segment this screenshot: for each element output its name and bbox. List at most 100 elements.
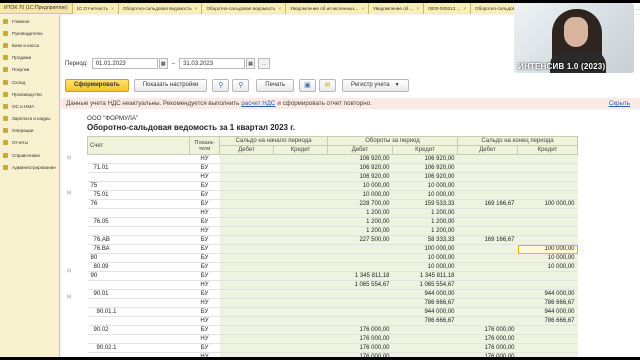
indicator-cell[interactable]: НУ — [189, 226, 220, 236]
account-cell[interactable]: 75 — [87, 181, 190, 191]
table-row[interactable]: НУ 1 065 554,67 1 065 554,67 — [87, 280, 578, 290]
amount-cell[interactable]: 944 000,00 — [392, 289, 458, 299]
table-row[interactable]: 90.02.1 БУ 176 000,00 176 000,00 — [87, 343, 578, 353]
amount-cell[interactable] — [273, 244, 328, 254]
indicator-cell[interactable]: БУ — [189, 271, 220, 281]
collapse-group-icon[interactable]: ⊟ — [67, 190, 71, 196]
account-cell[interactable]: 90.01 — [87, 289, 190, 299]
amount-cell[interactable]: 1 200,00 — [392, 208, 458, 218]
table-row[interactable]: 75 БУ 10 000,00 10 000,00 — [87, 181, 578, 191]
table-row[interactable]: НУ 786 666,67 786 666,67 — [87, 298, 578, 308]
amount-cell[interactable] — [219, 199, 274, 209]
sidebar-item[interactable]: Операции — [0, 125, 59, 137]
amount-cell[interactable]: 106 920,00 — [392, 172, 458, 182]
calendar-icon[interactable]: ▦ — [246, 58, 256, 69]
amount-cell[interactable] — [457, 298, 518, 308]
amount-cell[interactable]: 10 000,00 — [392, 253, 458, 263]
amount-cell[interactable] — [219, 280, 274, 290]
amount-cell[interactable]: 1 345 811,18 — [327, 271, 393, 281]
table-row[interactable]: 75.01 БУ 10 000,00 10 000,00 — [87, 190, 578, 200]
amount-cell[interactable] — [457, 226, 518, 236]
indicator-cell[interactable]: НУ — [189, 280, 220, 290]
amount-cell[interactable] — [327, 289, 393, 299]
amount-cell[interactable] — [273, 280, 328, 290]
hide-notice-link[interactable]: Скрыть — [609, 100, 630, 107]
amount-cell[interactable]: 1 200,00 — [327, 217, 393, 227]
amount-cell[interactable]: 106 920,00 — [392, 163, 458, 173]
amount-cell[interactable] — [457, 217, 518, 227]
amount-cell[interactable]: 169 166,67 — [457, 199, 518, 209]
sidebar-item[interactable]: Банк и касса — [0, 39, 59, 51]
table-row[interactable]: НУ 106 920,00 106 920,00 — [87, 154, 578, 164]
amount-cell[interactable]: 10 000,00 — [517, 262, 578, 272]
amount-cell[interactable] — [517, 352, 578, 357]
indicator-cell[interactable]: БУ — [189, 325, 220, 335]
amount-cell[interactable] — [517, 280, 578, 290]
amount-cell[interactable] — [219, 253, 274, 263]
period-to-field[interactable]: 31.03.2023 — [179, 58, 246, 69]
amount-cell[interactable] — [273, 325, 328, 335]
indicator-cell[interactable]: НУ — [189, 298, 220, 308]
amount-cell[interactable] — [517, 271, 578, 281]
amount-cell[interactable]: 1 200,00 — [327, 226, 393, 236]
indicator-cell[interactable]: НУ — [189, 352, 220, 357]
amount-cell[interactable] — [219, 271, 274, 281]
amount-cell[interactable]: 106 920,00 — [327, 172, 393, 182]
account-cell[interactable]: 75.01 — [87, 190, 190, 200]
amount-cell[interactable] — [327, 244, 393, 254]
amount-cell[interactable]: 106 920,00 — [392, 154, 458, 164]
table-row[interactable]: 76 БУ 228 700,00 159 533,33 169 166,67 100 00… — [87, 199, 578, 209]
amount-cell[interactable]: 10 000,00 — [327, 190, 393, 200]
sidebar-item[interactable]: Администрирование — [0, 161, 59, 173]
sidebar-item[interactable]: ОС и НМА — [0, 100, 59, 112]
amount-cell[interactable]: 944 000,00 — [392, 307, 458, 317]
amount-cell[interactable]: 786 666,67 — [392, 316, 458, 326]
amount-cell[interactable] — [517, 154, 578, 164]
close-icon[interactable]: × — [361, 6, 364, 11]
indicator-cell[interactable]: БУ — [189, 163, 220, 173]
amount-cell[interactable] — [219, 244, 274, 254]
indicator-cell[interactable]: БУ — [189, 289, 220, 299]
account-cell[interactable] — [87, 172, 190, 182]
generate-button[interactable]: Сформировать — [65, 78, 129, 92]
amount-cell[interactable] — [219, 154, 274, 164]
table-row[interactable]: 76.АВ БУ 227 500,00 58 333,33 169 166,67 — [87, 235, 578, 245]
amount-cell[interactable] — [273, 199, 328, 209]
amount-cell[interactable]: 1 065 554,67 — [392, 280, 458, 290]
indicator-cell[interactable]: НУ — [189, 154, 220, 164]
sidebar-item[interactable]: Справочники — [0, 149, 59, 161]
account-cell[interactable]: 90.02.1 — [87, 343, 190, 353]
amount-cell[interactable]: 786 666,67 — [517, 316, 578, 326]
account-cell[interactable]: 76.ВА — [87, 244, 190, 254]
amount-cell[interactable]: 176 000,00 — [457, 334, 518, 344]
account-cell[interactable] — [87, 208, 190, 218]
amount-cell[interactable] — [517, 334, 578, 344]
amount-cell[interactable] — [273, 226, 328, 236]
amount-cell[interactable] — [273, 334, 328, 344]
sidebar-item[interactable]: Отчеты — [0, 137, 59, 149]
account-cell[interactable]: 80 — [87, 253, 190, 263]
account-cell[interactable] — [87, 154, 190, 164]
open-window-tab[interactable]: 1С:Отчетность × — [71, 3, 118, 14]
show-settings-button[interactable]: Показать настройки — [133, 78, 208, 92]
amount-cell[interactable] — [219, 343, 274, 353]
table-row[interactable]: НУ 1 200,00 1 200,00 — [87, 226, 578, 236]
amount-cell[interactable] — [273, 154, 328, 164]
account-cell[interactable]: 71.01 — [87, 163, 190, 173]
account-cell[interactable]: 90 — [87, 271, 190, 281]
save-icon[interactable]: ▣ — [298, 78, 316, 92]
open-window-tab[interactable]: 0000-000013 ... × — [423, 3, 471, 14]
amount-cell[interactable]: 10 000,00 — [392, 181, 458, 191]
sidebar-item[interactable]: Склад — [0, 76, 59, 88]
search-next-icon[interactable]: ⚲ — [232, 78, 250, 92]
sidebar-item[interactable]: Зарплата и кадры — [0, 113, 59, 125]
amount-cell[interactable] — [219, 190, 274, 200]
amount-cell[interactable] — [392, 343, 458, 353]
table-row[interactable]: 90.02 БУ 176 000,00 176 000,00 — [87, 325, 578, 335]
amount-cell[interactable]: 10 000,00 — [327, 181, 393, 191]
amount-cell[interactable] — [457, 190, 518, 200]
amount-cell[interactable] — [273, 217, 328, 227]
amount-cell[interactable]: 159 533,33 — [392, 199, 458, 209]
collapse-group-icon[interactable]: ⊟ — [67, 268, 71, 274]
table-row[interactable]: 71.01 БУ 106 920,00 106 920,00 — [87, 163, 578, 173]
